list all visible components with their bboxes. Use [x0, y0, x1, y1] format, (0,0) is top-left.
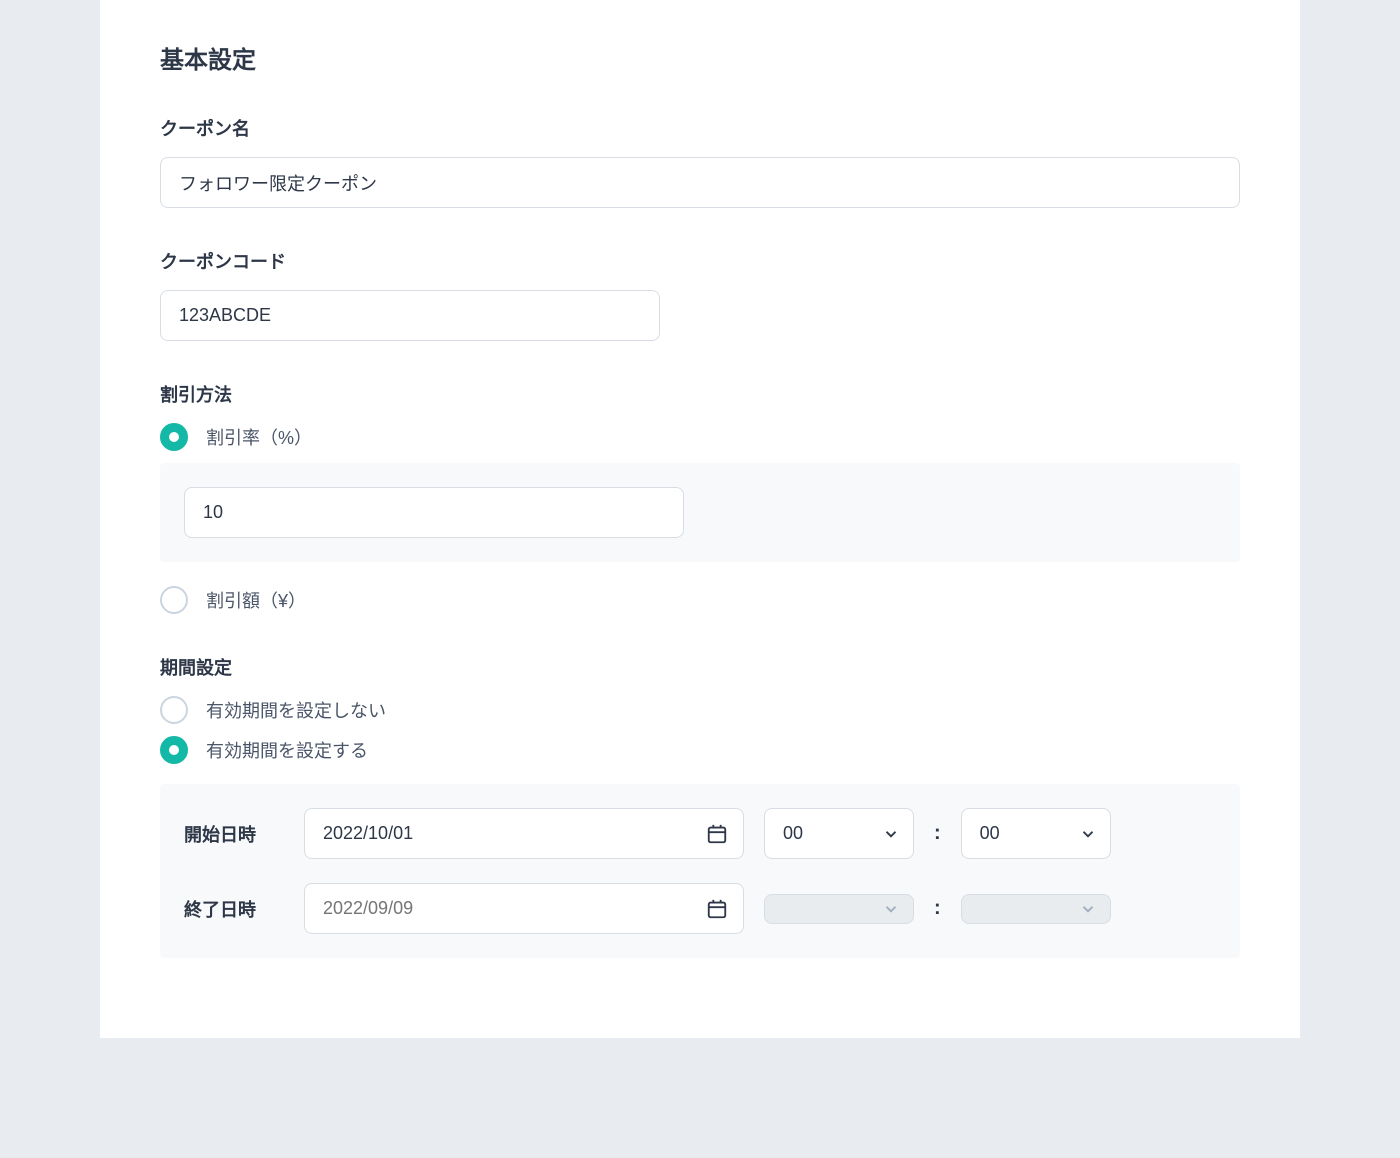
start-date-row: 開始日時 00 : — [184, 808, 1216, 859]
coupon-code-input[interactable] — [160, 290, 660, 341]
coupon-code-group: クーポンコード — [160, 248, 1240, 341]
radio-unselected-icon — [160, 696, 188, 724]
date-section: 開始日時 00 : — [160, 784, 1240, 958]
time-separator: : — [934, 897, 941, 920]
discount-amount-label: 割引額（¥） — [206, 587, 306, 613]
start-hour-select-wrap: 00 — [764, 808, 914, 859]
coupon-code-label: クーポンコード — [160, 248, 1240, 274]
start-minute-select-wrap: 00 — [961, 808, 1111, 859]
period-set-label: 有効期間を設定する — [206, 737, 368, 763]
period-group: 期間設定 有効期間を設定しない 有効期間を設定する 開始日時 — [160, 654, 1240, 958]
coupon-name-group: クーポン名 — [160, 115, 1240, 208]
discount-percent-panel — [160, 463, 1240, 562]
start-date-input[interactable] — [304, 808, 744, 859]
start-minute-select[interactable]: 00 — [961, 808, 1111, 859]
start-date-input-wrap — [304, 808, 744, 859]
period-label: 期間設定 — [160, 654, 1240, 680]
discount-amount-radio[interactable]: 割引額（¥） — [160, 586, 1240, 614]
time-separator: : — [934, 822, 941, 845]
radio-selected-icon — [160, 423, 188, 451]
end-hour-select[interactable] — [764, 894, 914, 924]
coupon-name-label: クーポン名 — [160, 115, 1240, 141]
radio-unselected-icon — [160, 586, 188, 614]
discount-percent-input[interactable] — [184, 487, 684, 538]
end-date-input[interactable] — [304, 883, 744, 934]
end-minute-select[interactable] — [961, 894, 1111, 924]
period-none-label: 有効期間を設定しない — [206, 697, 386, 723]
end-hour-select-wrap — [764, 894, 914, 924]
discount-percent-label: 割引率（%） — [206, 424, 312, 450]
end-date-input-wrap — [304, 883, 744, 934]
coupon-name-input[interactable] — [160, 157, 1240, 208]
start-date-label: 開始日時 — [184, 821, 284, 847]
period-set-radio[interactable]: 有効期間を設定する — [160, 736, 1240, 764]
section-title: 基本設定 — [160, 40, 1240, 75]
end-minute-select-wrap — [961, 894, 1111, 924]
end-date-row: 終了日時 : — [184, 883, 1216, 934]
radio-selected-icon — [160, 736, 188, 764]
discount-percent-radio[interactable]: 割引率（%） — [160, 423, 1240, 451]
period-none-radio[interactable]: 有効期間を設定しない — [160, 696, 1240, 724]
discount-method-group: 割引方法 割引率（%） 割引額（¥） — [160, 381, 1240, 614]
start-hour-select[interactable]: 00 — [764, 808, 914, 859]
discount-method-label: 割引方法 — [160, 381, 1240, 407]
end-date-label: 終了日時 — [184, 896, 284, 922]
